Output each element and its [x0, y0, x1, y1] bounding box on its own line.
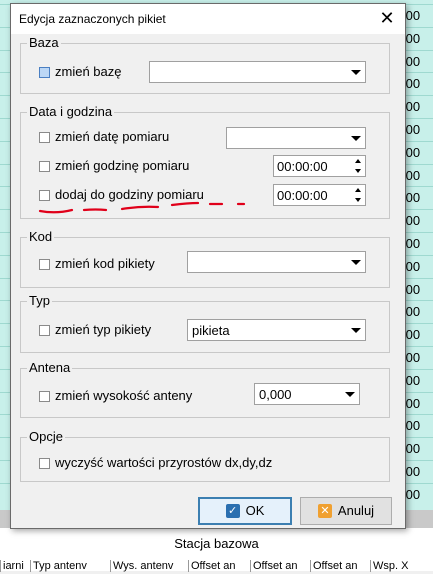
annotation-underline [38, 201, 246, 214]
